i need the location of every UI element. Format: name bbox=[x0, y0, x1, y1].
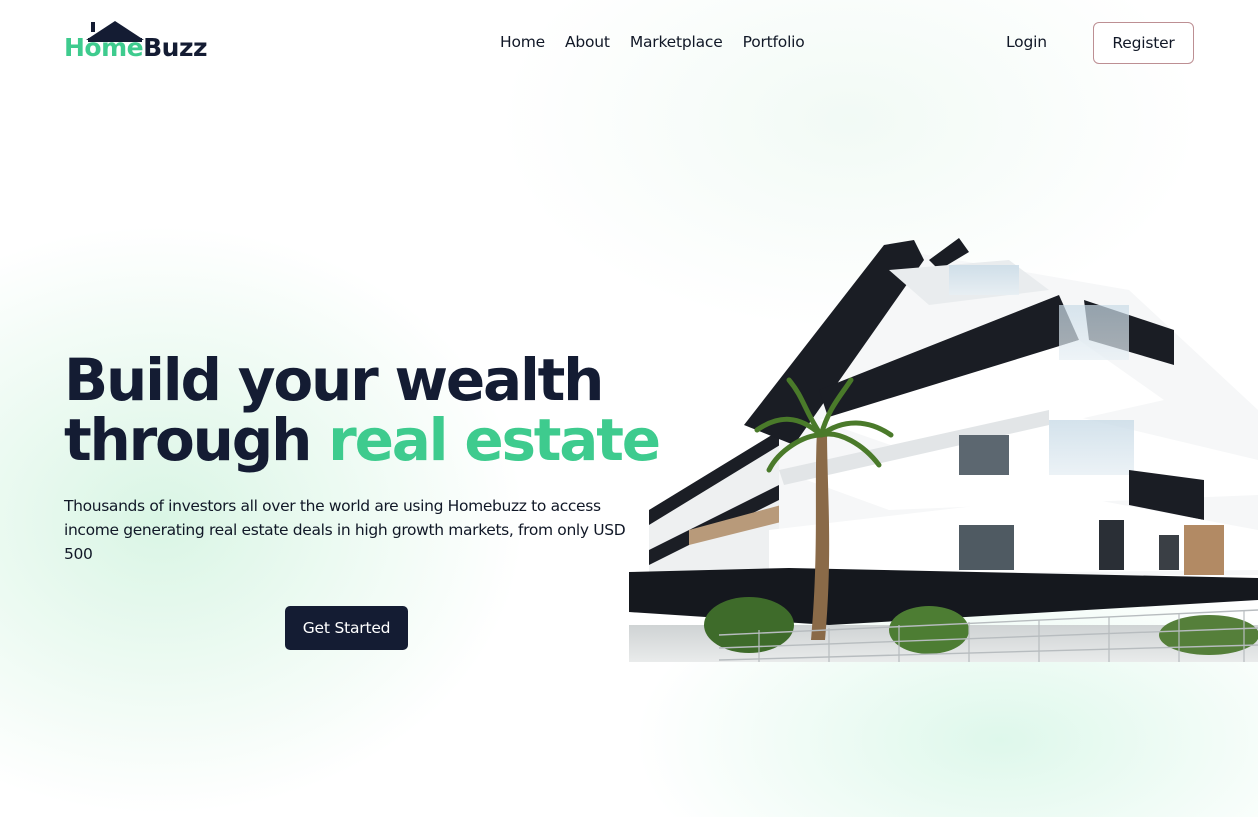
nav-home[interactable]: Home bbox=[500, 33, 545, 51]
headline-line-1: Build your wealth bbox=[64, 346, 604, 414]
logo[interactable]: HomeBuzz bbox=[64, 20, 208, 64]
logo-text: HomeBuzz bbox=[64, 33, 208, 62]
logo-buzz: Buzz bbox=[143, 33, 208, 62]
headline-line-2: through bbox=[64, 406, 312, 474]
nav-marketplace[interactable]: Marketplace bbox=[630, 33, 723, 51]
headline-accent: real estate bbox=[328, 406, 661, 474]
login-link[interactable]: Login bbox=[1006, 33, 1047, 51]
nav-about[interactable]: About bbox=[565, 33, 610, 51]
main-nav: Home About Marketplace Portfolio bbox=[500, 33, 805, 51]
get-started-button[interactable]: Get Started bbox=[285, 606, 408, 650]
hero-headline: Build your wealth through real estate bbox=[64, 350, 664, 470]
building-image bbox=[629, 238, 1258, 662]
hero-description: Thousands of investors all over the worl… bbox=[64, 497, 626, 563]
logo-home: Home bbox=[64, 33, 144, 62]
register-button[interactable]: Register bbox=[1093, 22, 1194, 64]
nav-portfolio[interactable]: Portfolio bbox=[743, 33, 805, 51]
